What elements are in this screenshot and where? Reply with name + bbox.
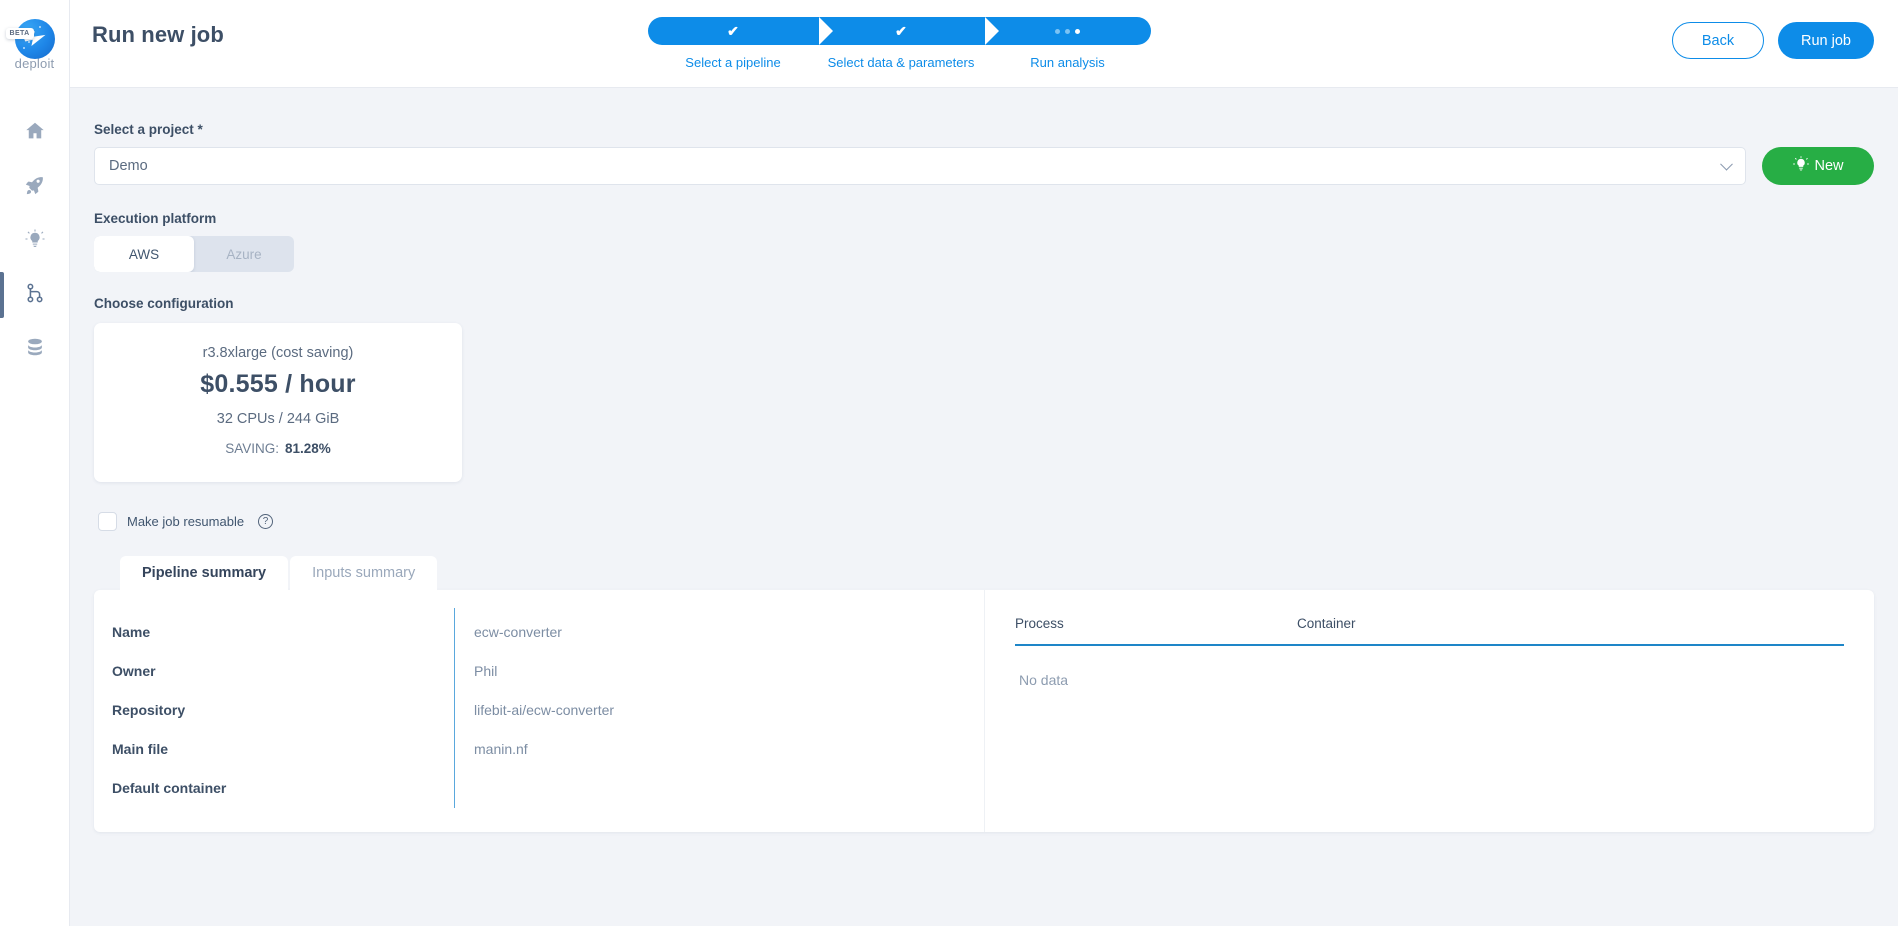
sidebar-nav (0, 106, 70, 376)
table-row: Owner Phil (94, 651, 984, 690)
config-instance-type: r3.8xlarge (cost saving) (202, 345, 354, 361)
brand-logo[interactable]: BETA deploit (0, 0, 70, 88)
config-price: $0.555 / hour (200, 370, 356, 398)
wizard-stepper: ✔ Select a pipeline ✔ Select data & para… (648, 17, 1151, 70)
config-saving-label: SAVING: (225, 441, 279, 456)
sidebar-item-pipelines[interactable] (0, 268, 70, 322)
summary-divider (454, 608, 455, 808)
configuration-card[interactable]: r3.8xlarge (cost saving) $0.555 / hour 3… (94, 323, 462, 482)
make-job-resumable-checkbox[interactable] (98, 512, 117, 531)
new-project-button-label: New (1814, 158, 1844, 174)
project-select-value: Demo (109, 158, 148, 174)
project-select[interactable]: Demo (94, 147, 1746, 185)
tab-pipeline-summary[interactable]: Pipeline summary (120, 556, 289, 590)
step-label: Run analysis (1030, 55, 1105, 70)
check-icon: ✔ (895, 23, 907, 39)
page-title: Run new job (92, 22, 224, 47)
sidebar-item-insights[interactable] (0, 214, 70, 268)
sidebar: BETA deploit (0, 0, 70, 926)
platform-section: Execution platform AWS Azure (94, 211, 1874, 272)
summary-key: Main file (112, 740, 169, 757)
home-icon (24, 120, 46, 147)
summary-tabs: Pipeline summary Inputs summary (120, 556, 1874, 590)
summary-value: ecw-converter (474, 623, 562, 640)
process-table-panel: Process Container No data (984, 590, 1874, 832)
top-bar-actions: Back Run job (1672, 22, 1874, 59)
sidebar-item-data[interactable] (0, 322, 70, 376)
code-branch-icon (24, 282, 46, 309)
content-area: Select a project * Demo New Execution pl… (70, 88, 1898, 926)
column-header-process: Process (1015, 616, 1064, 631)
configuration-label: Choose configuration (94, 296, 234, 311)
rocket-icon (24, 174, 46, 201)
platform-option-aws[interactable]: AWS (94, 236, 194, 272)
summary-key: Owner (112, 662, 156, 679)
process-table-header: Process Container (1015, 616, 1844, 644)
configuration-section: Choose configuration r3.8xlarge (cost sa… (94, 296, 1874, 482)
step-label: Select a pipeline (685, 55, 781, 70)
lightbulb-icon (24, 228, 46, 255)
project-label: Select a project * (94, 122, 203, 137)
step-label: Select data & parameters (827, 55, 975, 70)
table-row: Default container (94, 768, 984, 807)
project-section: Select a project * Demo New (94, 122, 1874, 185)
sidebar-item-home[interactable] (0, 106, 70, 160)
config-saving-value: 81.28% (284, 441, 331, 456)
platform-toggle: AWS Azure (94, 236, 294, 272)
table-row: Main file manin.nf (94, 729, 984, 768)
summary-key: Name (112, 623, 151, 640)
check-icon: ✔ (727, 23, 739, 39)
help-icon[interactable]: ? (258, 514, 274, 529)
summary-key: Repository (112, 701, 186, 718)
resumable-row: Make job resumable ? (98, 512, 1874, 531)
make-job-resumable-label: Make job resumable (127, 514, 245, 529)
pipeline-summary-panel: Name ecw-converter Owner Phil Repository… (94, 590, 984, 832)
column-header-container: Container (1297, 616, 1356, 631)
database-icon (24, 336, 46, 363)
step-run-analysis[interactable]: Run analysis (984, 17, 1151, 70)
tab-inputs-summary[interactable]: Inputs summary (290, 556, 438, 590)
summary-value: manin.nf (474, 740, 528, 757)
deploit-logo-icon (14, 19, 55, 59)
platform-option-azure: Azure (226, 246, 262, 262)
new-project-button[interactable]: New (1762, 147, 1874, 185)
platform-label: Execution platform (94, 211, 217, 226)
step-select-data[interactable]: ✔ Select data & parameters (818, 17, 999, 70)
summary-key: Default container (112, 779, 227, 796)
summary-value: Phil (474, 662, 498, 679)
run-job-button[interactable]: Run job (1778, 22, 1874, 59)
process-table-empty: No data (1019, 671, 1069, 688)
beta-badge: BETA (5, 28, 34, 39)
app-root: BETA deploit Run new job ✔ Select a pipe… (0, 0, 1898, 926)
table-row: Name ecw-converter (94, 612, 984, 651)
lightbulb-icon (1792, 155, 1810, 177)
step-select-pipeline[interactable]: ✔ Select a pipeline (648, 17, 833, 70)
table-row: Repository lifebit-ai/ecw-converter (94, 690, 984, 729)
back-button[interactable]: Back (1672, 22, 1764, 59)
progress-dots-icon (1055, 28, 1080, 34)
project-row: Demo New (94, 147, 1874, 185)
config-saving: SAVING: 81.28% (94, 441, 462, 456)
main-area: Run new job ✔ Select a pipeline ✔ Select… (70, 0, 1898, 926)
chevron-down-icon (1720, 157, 1733, 171)
summary-value: lifebit-ai/ecw-converter (474, 701, 615, 718)
config-specs: 32 CPUs / 244 GiB (216, 411, 340, 427)
sidebar-item-rocket[interactable] (0, 160, 70, 214)
summary-card: Name ecw-converter Owner Phil Repository… (94, 590, 1874, 832)
top-bar: Run new job ✔ Select a pipeline ✔ Select… (70, 0, 1898, 88)
